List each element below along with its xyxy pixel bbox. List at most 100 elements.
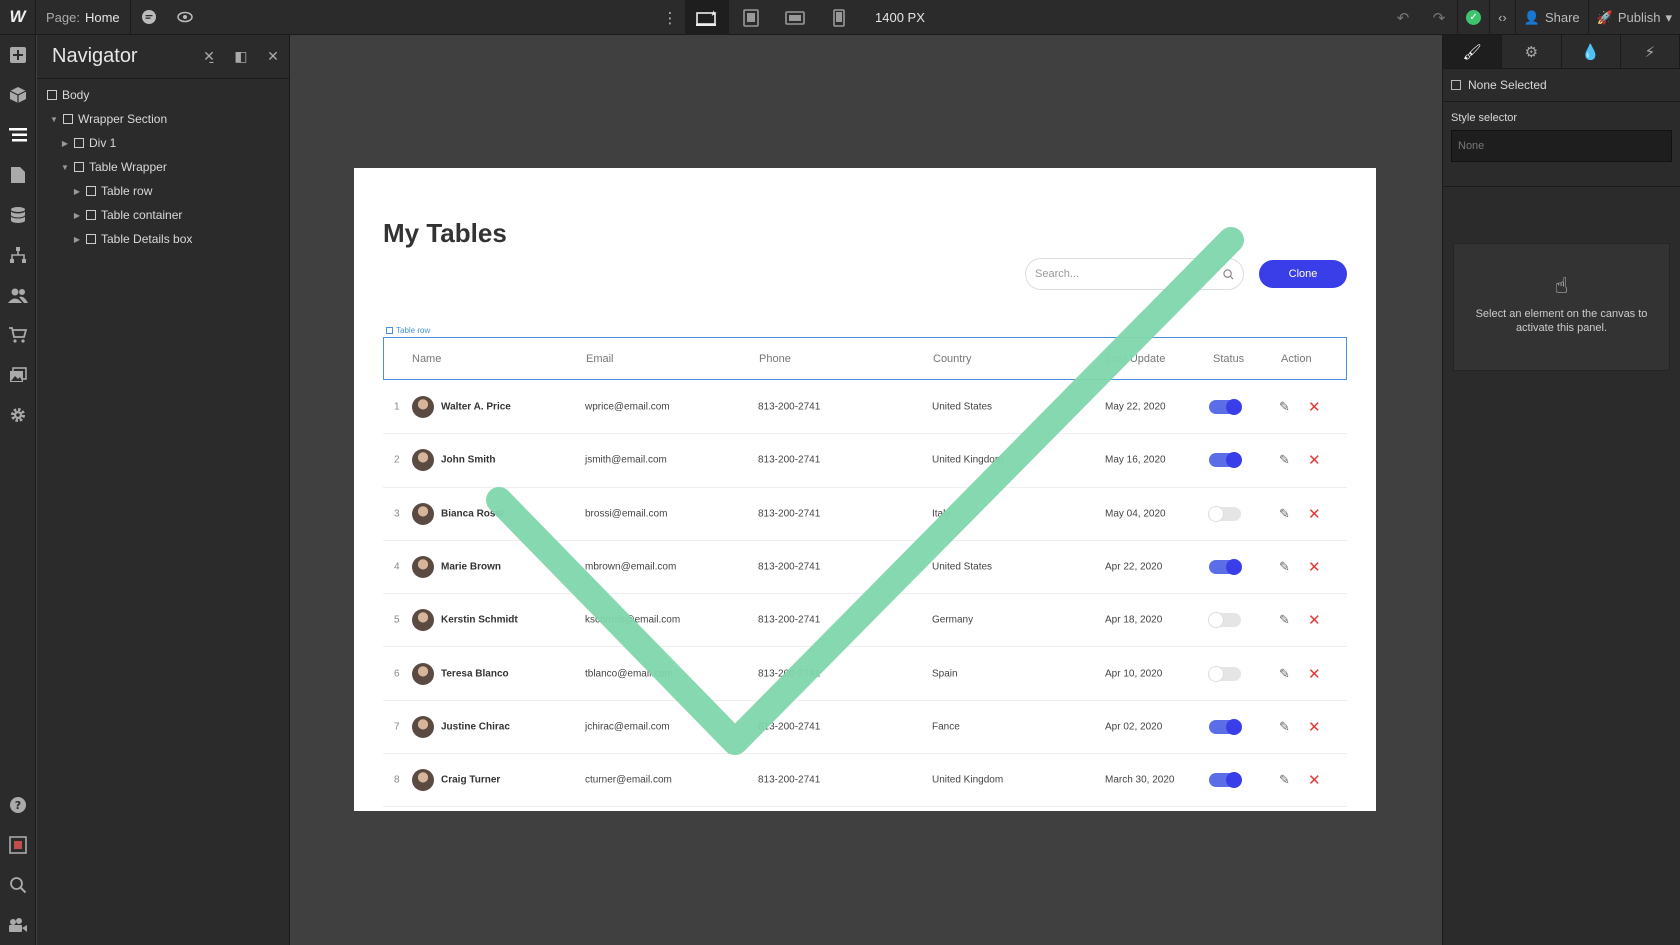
delete-x-icon[interactable]: ✕ (1308, 665, 1321, 683)
status-toggle[interactable] (1208, 665, 1241, 682)
mobile-portrait-icon[interactable] (817, 0, 861, 35)
caret-down-icon[interactable]: ▼ (50, 115, 58, 124)
status-toggle[interactable] (1209, 399, 1242, 416)
search-input[interactable]: Search... (1025, 258, 1244, 290)
table-header-row[interactable]: Name Email Phone Country Last Update Sta… (383, 337, 1347, 380)
row-last-update: Apr 02, 2020 (1105, 721, 1163, 733)
redo-icon[interactable]: ↷ (1421, 0, 1457, 35)
delete-x-icon[interactable]: ✕ (1308, 505, 1321, 523)
share-button[interactable]: 👤 Share (1514, 0, 1588, 35)
video-tutorials-icon[interactable] (0, 905, 36, 945)
ecommerce-cart-icon[interactable] (0, 315, 36, 355)
canvas-width-value[interactable]: 1400 PX (875, 10, 925, 25)
page-preview[interactable]: My Tables Search... Clone Table row Name… (354, 168, 1376, 811)
users-icon[interactable] (0, 275, 36, 315)
style-manager-drops-icon[interactable]: 💧 (1562, 35, 1621, 68)
avatar (412, 556, 434, 579)
edit-pencil-icon[interactable]: ✎ (1279, 559, 1290, 575)
tree-node-table-row[interactable]: ▶ Table row (37, 179, 289, 203)
desktop-breakpoint-icon[interactable]: ★ (685, 0, 729, 35)
comments-icon[interactable] (131, 0, 167, 35)
page-selector[interactable]: Page: Home (36, 0, 131, 35)
table-row[interactable]: 6 Teresa Blanco tblanco@email.com 813-20… (383, 647, 1347, 701)
selection-indicator: None Selected (1443, 69, 1680, 102)
assets-icon[interactable] (0, 355, 36, 395)
help-icon[interactable]: ? (0, 785, 36, 825)
table-row[interactable]: 1 Walter A. Price wprice@email.com 813-2… (383, 381, 1347, 435)
undo-icon[interactable]: ↶ (1385, 0, 1421, 35)
edit-pencil-icon[interactable]: ✎ (1279, 719, 1290, 735)
site-status[interactable]: ✓ (1457, 0, 1489, 35)
edit-pencil-icon[interactable]: ✎ (1279, 452, 1290, 468)
edit-pencil-icon[interactable]: ✎ (1279, 399, 1290, 415)
status-toggle[interactable] (1208, 612, 1241, 629)
logic-icon[interactable] (0, 235, 36, 275)
status-toggle[interactable] (1208, 505, 1241, 522)
mobile-landscape-icon[interactable] (773, 0, 817, 35)
tablet-breakpoint-icon[interactable] (729, 0, 773, 35)
tree-node-div-1[interactable]: ▶ Div 1 (37, 131, 289, 155)
table-row[interactable]: 4 Marie Brown mbrown@email.com 813-200-2… (383, 541, 1347, 595)
table-row[interactable]: 2 John Smith jsmith@email.com 813-200-27… (383, 434, 1347, 488)
publish-button[interactable]: 🚀 Publish ▾ (1587, 0, 1680, 35)
edit-pencil-icon[interactable]: ✎ (1279, 772, 1290, 788)
table-row[interactable]: 7 Justine Chirac jchirac@email.com 813-2… (383, 701, 1347, 755)
status-toggle[interactable] (1209, 559, 1242, 576)
design-canvas[interactable]: My Tables Search... Clone Table row Name… (290, 35, 1442, 945)
navigator-icon[interactable] (0, 115, 36, 155)
add-elements-icon[interactable] (0, 35, 36, 75)
header-name: Name (412, 352, 442, 365)
edit-pencil-icon[interactable]: ✎ (1279, 612, 1290, 628)
table-row[interactable]: 3 Bianca Rossi brossi@email.com 813-200-… (383, 488, 1347, 541)
more-options-icon[interactable]: ⋮ (655, 0, 685, 35)
tree-node-table-details-box[interactable]: ▶ Table Details box (37, 227, 289, 251)
tree-node-wrapper-section[interactable]: ▼ Wrapper Section (37, 107, 289, 131)
page-title[interactable]: My Tables (383, 218, 507, 249)
cms-icon[interactable] (0, 195, 36, 235)
tree-node-table-wrapper[interactable]: ▼ Table Wrapper (37, 155, 289, 179)
delete-x-icon[interactable]: ✕ (1308, 718, 1321, 736)
style-selector-input[interactable]: None (1451, 130, 1672, 162)
close-icon[interactable]: ✕ (257, 48, 289, 65)
element-settings-gear-icon[interactable]: ⚙ (1502, 35, 1562, 68)
audit-panel-icon[interactable] (0, 825, 36, 865)
caret-right-icon[interactable]: ▶ (73, 187, 81, 196)
table-row[interactable]: 8 Craig Turner cturner@email.com 813-200… (383, 754, 1347, 808)
empty-panel-card: ☝ Select an element on the canvas to act… (1453, 243, 1670, 371)
tree-node-table-container[interactable]: ▶ Table container (37, 203, 289, 227)
delete-x-icon[interactable]: ✕ (1308, 611, 1321, 629)
search-icon[interactable] (0, 865, 36, 905)
delete-x-icon[interactable]: ✕ (1308, 451, 1321, 469)
element-tree: Body ▼ Wrapper Section ▶ Div 1 ▼ Table W… (37, 79, 289, 251)
tree-node-label: Wrapper Section (78, 112, 168, 126)
settings-gear-icon[interactable] (0, 395, 36, 435)
clone-button[interactable]: Clone (1259, 260, 1347, 288)
status-toggle[interactable] (1209, 718, 1242, 735)
status-toggle[interactable] (1209, 452, 1242, 469)
delete-x-icon[interactable]: ✕ (1308, 398, 1321, 416)
caret-down-icon[interactable]: ▼ (61, 163, 69, 172)
table-row[interactable]: 5 Kerstin Schmidt kschmidt@email.com 813… (383, 594, 1347, 648)
row-number: 5 (394, 614, 400, 626)
delete-x-icon[interactable]: ✕ (1308, 771, 1321, 789)
element-box-icon (86, 234, 96, 244)
preview-eye-icon[interactable] (167, 0, 203, 35)
row-email: mbrown@email.com (585, 561, 677, 573)
caret-right-icon[interactable]: ▶ (61, 139, 69, 148)
pages-icon[interactable] (0, 155, 36, 195)
collapse-all-icon[interactable]: ✕̱ (193, 48, 225, 65)
tree-node-body[interactable]: Body (37, 83, 289, 107)
symbols-icon[interactable] (0, 75, 36, 115)
interactions-lightning-icon[interactable]: ⚡ (1621, 35, 1680, 68)
webflow-logo[interactable]: W (0, 0, 36, 35)
dock-panel-icon[interactable]: ◧ (225, 48, 257, 65)
style-brush-icon[interactable]: 🖌 (1443, 35, 1503, 68)
edit-pencil-icon[interactable]: ✎ (1279, 666, 1290, 682)
code-icon[interactable]: ‹› (1489, 0, 1515, 35)
edit-pencil-icon[interactable]: ✎ (1279, 506, 1290, 522)
status-toggle[interactable] (1209, 772, 1242, 789)
caret-right-icon[interactable]: ▶ (73, 235, 81, 244)
caret-right-icon[interactable]: ▶ (73, 211, 81, 220)
panel-tabs: 🖌 ⚙ 💧 ⚡ (1443, 35, 1680, 69)
delete-x-icon[interactable]: ✕ (1308, 558, 1321, 576)
